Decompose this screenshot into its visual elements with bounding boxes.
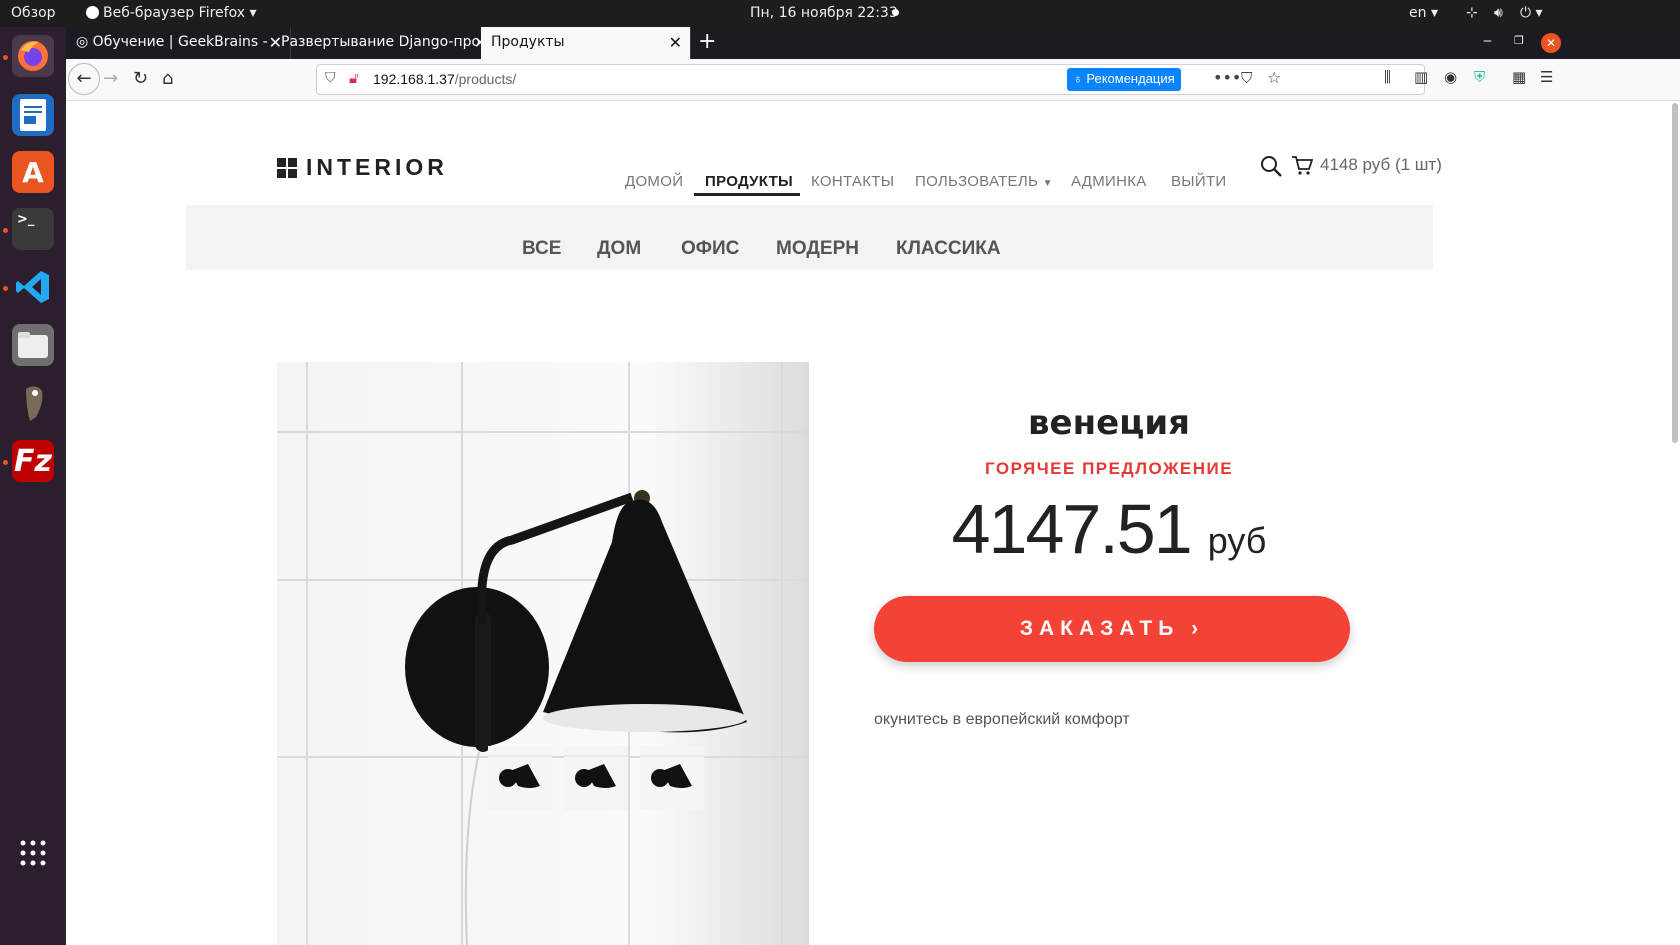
order-button[interactable]: ЗАКАЗАТЬ › [874,596,1350,662]
price-value: 4147.51 [951,490,1193,568]
logo-text: INTERIOR [306,154,448,180]
nav-admin[interactable]: АДМИНКА [1071,173,1147,190]
software-center-icon[interactable]: A [12,151,54,193]
nav-user-label: ПОЛЬЗОВАТЕЛЬ [915,173,1039,190]
minimize-icon[interactable]: ‒ [1483,33,1492,49]
clock[interactable]: Пн, 16 ноября 22:33 [750,5,898,21]
product-description: окунитесь в европейский комфорт [874,711,1130,728]
nav-contacts[interactable]: КОНТАКТЫ [811,173,894,190]
tab-label: Развертывание Django-про [281,34,481,50]
sidebar-icon[interactable]: ▥ [1414,68,1428,86]
recommendation-button[interactable]: ♁ Рекомендация [1067,68,1181,91]
thumbnail-3[interactable] [640,746,704,810]
nav-user-dropdown[interactable]: ПОЛЬЗОВАТЕЛЬ ▼ [915,173,1053,190]
search-icon[interactable] [1259,154,1283,178]
chevron-down-icon: ▼ [1042,178,1053,189]
url-path: /products/ [454,71,517,87]
product-title: венеция [1028,403,1190,443]
terminal-icon[interactable]: >_ [12,208,54,250]
nav-products[interactable]: ПРОДУКТЫ [705,173,793,190]
cart-icon[interactable] [1291,154,1313,176]
network-icon[interactable]: ⊹ [1466,5,1478,21]
globe-icon: ◎ [76,34,89,50]
hot-offer-badge: ГОРЯЧЕЕ ПРЕДЛОЖЕНИЕ [984,459,1234,478]
show-apps-icon[interactable] [12,832,54,874]
app-menu-label: Веб-браузер Firefox [103,5,246,21]
close-window-icon[interactable]: ✕ [1541,33,1561,53]
nav-home[interactable]: ДОМОЙ [625,173,683,190]
menu-icon[interactable]: ☰ [1540,68,1553,86]
back-icon[interactable]: ← [68,63,100,95]
product-price: 4147.51 руб [893,489,1325,569]
cart-total[interactable]: 4148 руб (1 шт) [1320,155,1442,175]
filezilla-icon[interactable]: Fz [12,440,54,482]
notification-dot [892,9,899,16]
category-bar: ВСЕ ДОМ ОФИС МОДЕРН КЛАССИКА [186,205,1433,270]
price-currency: руб [1207,520,1267,561]
url-host: 192.168.1.37 [373,71,455,87]
tab-bar: ◎ Обучение | GeekBrains - ✕ Развертывание… [66,27,1680,59]
power-icon[interactable]: ⏻ ▾ [1520,5,1543,21]
account-icon[interactable]: ◉ [1444,68,1457,86]
category-all[interactable]: ВСЕ [522,238,561,260]
url-text: 192.168.1.37/products/ [373,71,516,87]
site-logo[interactable]: INTERIOR [277,154,448,181]
thumbnail-2[interactable] [564,746,628,810]
new-tab-icon[interactable]: + [698,29,716,54]
files-icon[interactable] [12,324,54,366]
firefox-small-icon [86,6,99,19]
pocket-icon[interactable]: ⛉ [1241,69,1252,87]
category-home[interactable]: ДОМ [597,238,641,260]
home-icon[interactable]: ⌂ [162,68,173,89]
tab-label: Обучение | GeekBrains - [92,34,268,50]
product-image [277,362,809,945]
tab-geekbrains[interactable]: ◎ Обучение | GeekBrains - ✕ [66,27,291,59]
category-modern[interactable]: МОДЕРН [776,238,859,260]
navigation-bar: ← → ↻ ⌂ ⛉ 🔓︎ 192.168.1.37/products/ ♁ Ре… [66,59,1680,101]
language-selector[interactable]: en ▾ [1409,5,1438,21]
nav-active-underline [694,193,800,196]
order-label: ЗАКАЗАТЬ [1019,617,1180,640]
adblock-shield-icon[interactable]: ⛨ [1474,68,1485,86]
thumbnail-1[interactable] [488,746,552,810]
category-office[interactable]: ОФИС [681,238,739,260]
bookmark-star-icon[interactable]: ☆ [1267,68,1281,87]
writer-icon[interactable] [12,94,54,136]
tab-django[interactable]: Развертывание Django-про✕ [271,27,496,59]
page-actions-icon[interactable]: ••• [1213,68,1241,87]
logo-grid-icon [277,157,297,178]
category-classic[interactable]: КЛАССИКА [896,238,1001,260]
scrollbar-thumb[interactable] [1672,103,1678,443]
activities-button[interactable]: Обзор [11,5,56,21]
page-scrollbar[interactable] [1670,101,1680,945]
vscode-icon[interactable] [12,266,54,308]
thumbnail-strip [488,746,718,810]
recommendation-label: Рекомендация [1086,71,1175,86]
reload-icon[interactable]: ↻ [133,68,148,89]
url-bar[interactable]: ⛉ 🔓︎ 192.168.1.37/products/ ♁ Рекомендац… [316,64,1425,95]
close-tab-icon[interactable]: ✕ [669,33,682,52]
app-menu[interactable]: Веб-браузер Firefox ▾ [86,5,257,21]
firefox-icon[interactable] [12,35,54,77]
system-top-bar: Обзор Веб-браузер Firefox ▾ Пн, 16 ноябр… [0,0,1680,27]
chevron-right-icon: › [1191,617,1205,640]
gimp-icon[interactable] [12,382,54,424]
tab-products[interactable]: Продукты ✕ [481,27,691,59]
forward-icon[interactable]: → [103,68,118,89]
nav-logout[interactable]: ВЫЙТИ [1171,173,1227,190]
tab-label: Продукты [491,34,565,50]
library-icon[interactable]: ⫼ [1384,68,1391,86]
shield-icon[interactable]: ⛉ [325,70,336,86]
lang-label: en [1409,5,1427,21]
dock: A >_ Fz [0,27,66,945]
extensions-icon[interactable]: ▦ [1512,68,1526,86]
volume-icon[interactable]: 🔊︎ [1494,5,1503,21]
web-page: INTERIOR ДОМОЙ ПРОДУКТЫ КОНТАКТЫ ПОЛЬЗОВ… [66,101,1670,945]
insecure-lock-icon[interactable]: 🔓︎ [349,69,359,87]
restore-icon[interactable]: ❐ [1514,34,1524,47]
